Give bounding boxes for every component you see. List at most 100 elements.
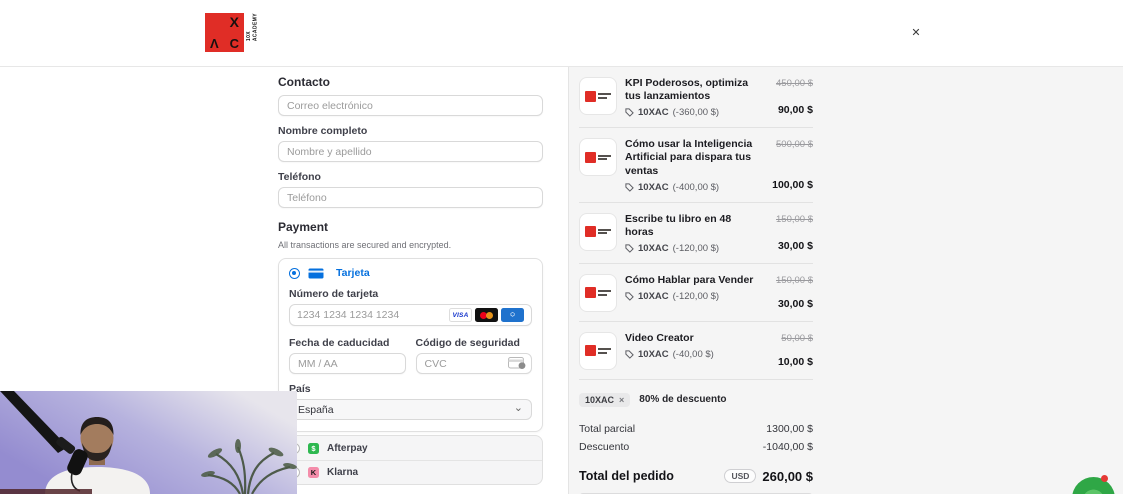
card-brands: VISA ⬡ xyxy=(449,308,524,322)
final-price: 90,00 $ xyxy=(777,104,813,117)
discount-amount: (-120,00 $) xyxy=(672,291,720,302)
visa-icon: VISA xyxy=(449,308,472,322)
remove-discount-icon[interactable]: × xyxy=(619,395,624,405)
product-thumbnail xyxy=(579,273,617,312)
expiry-label: Fecha de caducidad xyxy=(289,337,390,349)
logo-square: X ΛC xyxy=(205,13,244,52)
desk-edge xyxy=(0,489,92,494)
discount-code: 10XAC xyxy=(638,349,669,360)
subtotal-label: Total parcial xyxy=(579,422,636,435)
product-title: Video Creator xyxy=(625,331,694,344)
contact-heading: Contacto xyxy=(278,75,330,89)
product-thumbnail xyxy=(579,331,617,370)
card-method-label: Tarjeta xyxy=(336,267,370,279)
notification-dot xyxy=(1101,475,1108,482)
grand-total-label: Total del pedido xyxy=(579,469,674,484)
card-payment-section: Tarjeta Número de tarjeta VISA ⬡ Fecha d… xyxy=(278,258,543,432)
tag-icon xyxy=(625,350,634,359)
applied-discount: 10XAC × 80% de descuento xyxy=(579,392,813,407)
close-icon[interactable]: ✕ xyxy=(908,24,924,40)
grand-total-value: 260,00 $ xyxy=(762,468,813,484)
mastercard-icon xyxy=(475,308,498,322)
logo-letters-ac: ΛC xyxy=(205,36,244,51)
order-item: Escribe tu libro en 48 horas 10XAC (-120… xyxy=(579,203,813,264)
final-price: 100,00 $ xyxy=(772,178,813,191)
product-logo-text xyxy=(598,348,611,354)
full-name-input[interactable] xyxy=(278,141,543,162)
product-logo-text xyxy=(598,290,611,296)
final-price: 30,00 $ xyxy=(777,297,813,310)
afterpay-icon: $ xyxy=(308,442,319,454)
webcam-video xyxy=(0,391,297,494)
email-input[interactable] xyxy=(278,95,543,116)
logo-wordmark: 10X ACADEMY xyxy=(246,13,259,41)
discount-label: Descuento xyxy=(579,441,630,454)
order-summary-panel: KPI Poderosos, optimiza tus lanzamientos… xyxy=(568,67,1123,494)
logo-letter-x: X xyxy=(229,14,239,30)
old-price: 150,00 $ xyxy=(776,274,813,286)
payment-heading: Payment xyxy=(278,220,329,234)
card-number-field: VISA ⬡ xyxy=(289,304,532,326)
phone-input[interactable] xyxy=(278,187,543,208)
credit-card-icon xyxy=(308,268,324,278)
product-thumbnail xyxy=(579,77,617,115)
webcam-overlay xyxy=(0,391,297,494)
order-summary: KPI Poderosos, optimiza tus lanzamientos… xyxy=(579,67,813,494)
brand-logo: X ΛC 10X ACADEMY xyxy=(205,13,259,52)
product-logo-icon xyxy=(585,151,596,163)
logo-wordmark-line2: ACADEMY xyxy=(252,13,259,42)
product-title: Cómo Hablar para Vender xyxy=(625,273,754,286)
checkout-page: X ΛC 10X ACADEMY ✕ Contacto Nombre compl… xyxy=(0,0,1123,494)
phone-label: Teléfono xyxy=(278,171,321,183)
discount-pill: 10XAC × xyxy=(579,392,631,407)
product-logo-icon xyxy=(585,345,596,357)
totals: Total parcial 1300,00 $ Descuento -1040,… xyxy=(579,420,813,457)
discount-description: 80% de descuento xyxy=(639,394,727,406)
final-price: 30,00 $ xyxy=(777,239,813,252)
afterpay-label: Afterpay xyxy=(327,442,368,454)
product-logo-text xyxy=(598,228,611,235)
webcam-background xyxy=(0,391,297,494)
discount-code: 10XAC xyxy=(638,181,669,193)
product-logo-text xyxy=(598,93,611,99)
discount-amount: (-400,00 $) xyxy=(672,181,720,193)
order-item: KPI Poderosos, optimiza tus lanzamientos… xyxy=(579,67,813,129)
product-title: Cómo usar la Inteligencia Artificial par… xyxy=(625,138,753,177)
card-radio-selected[interactable] xyxy=(289,267,300,279)
afterpay-method-option[interactable]: $ Afterpay xyxy=(279,436,542,460)
product-logo-text xyxy=(598,154,611,160)
card-number-label: Número de tarjeta xyxy=(289,288,379,300)
tag-icon xyxy=(625,108,634,118)
discount-pill-code: 10XAC xyxy=(585,394,615,405)
cvc-card-icon xyxy=(508,357,526,369)
discount-code: 10XAC xyxy=(638,291,669,302)
discount-amount: (-360,00 $) xyxy=(672,107,720,119)
product-thumbnail xyxy=(579,138,617,177)
product-title: Escribe tu libro en 48 horas xyxy=(625,212,732,238)
product-logo-icon xyxy=(585,287,596,299)
logo-letter-c: C xyxy=(229,36,239,51)
order-item: Video Creator 10XAC (-40,00 $) 50,00 $ 1… xyxy=(579,322,813,380)
old-price: 50,00 $ xyxy=(781,332,813,344)
currency-badge: USD xyxy=(724,469,757,484)
discount-amount: (-40,00 $) xyxy=(672,349,714,360)
grand-total-row: Total del pedido USD 260,00 $ xyxy=(579,469,813,484)
header: X ΛC 10X ACADEMY ✕ xyxy=(0,0,1123,67)
tag-icon xyxy=(625,183,634,192)
discount-code: 10XAC xyxy=(638,242,669,254)
cvc-label: Código de seguridad xyxy=(415,337,520,349)
country-select[interactable]: España ⌄ xyxy=(289,399,532,420)
order-item: Cómo usar la Inteligencia Artificial par… xyxy=(579,128,813,203)
card-method-option[interactable]: Tarjeta xyxy=(289,267,532,279)
amex-icon: ⬡ xyxy=(501,308,524,322)
country-selected-value: España xyxy=(298,403,334,416)
card-number-input[interactable] xyxy=(297,309,449,321)
old-price: 450,00 $ xyxy=(776,78,813,89)
old-price: 500,00 $ xyxy=(776,139,813,151)
form-column: Contacto Nombre completo Teléfono Paymen… xyxy=(278,75,543,485)
klarna-method-option[interactable]: K Klarna xyxy=(279,460,542,484)
alt-payment-methods: $ Afterpay K Klarna xyxy=(278,435,543,485)
country-label: País xyxy=(289,383,311,395)
name-label: Nombre completo xyxy=(278,125,368,137)
expiry-input[interactable] xyxy=(289,353,406,374)
